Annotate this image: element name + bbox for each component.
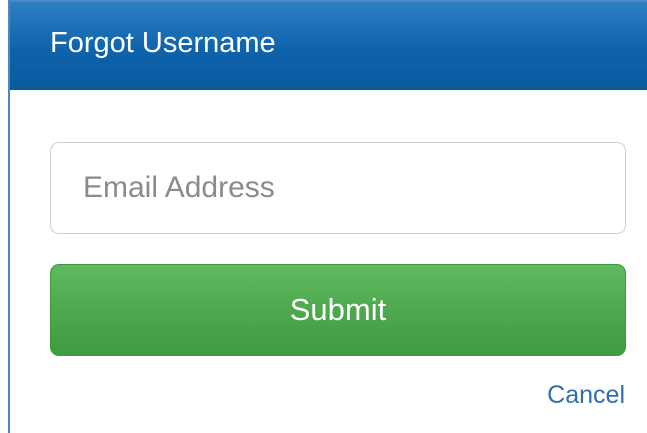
dialog-title: Forgot Username: [50, 27, 276, 59]
dialog-header: Forgot Username: [10, 2, 647, 90]
forgot-username-dialog: Forgot Username Submit Cancel: [8, 0, 647, 433]
cancel-link[interactable]: Cancel: [547, 381, 625, 410]
submit-button[interactable]: Submit: [50, 264, 626, 356]
email-address-input[interactable]: [50, 142, 626, 234]
page-frame: Forgot Username Submit Cancel: [0, 0, 647, 433]
